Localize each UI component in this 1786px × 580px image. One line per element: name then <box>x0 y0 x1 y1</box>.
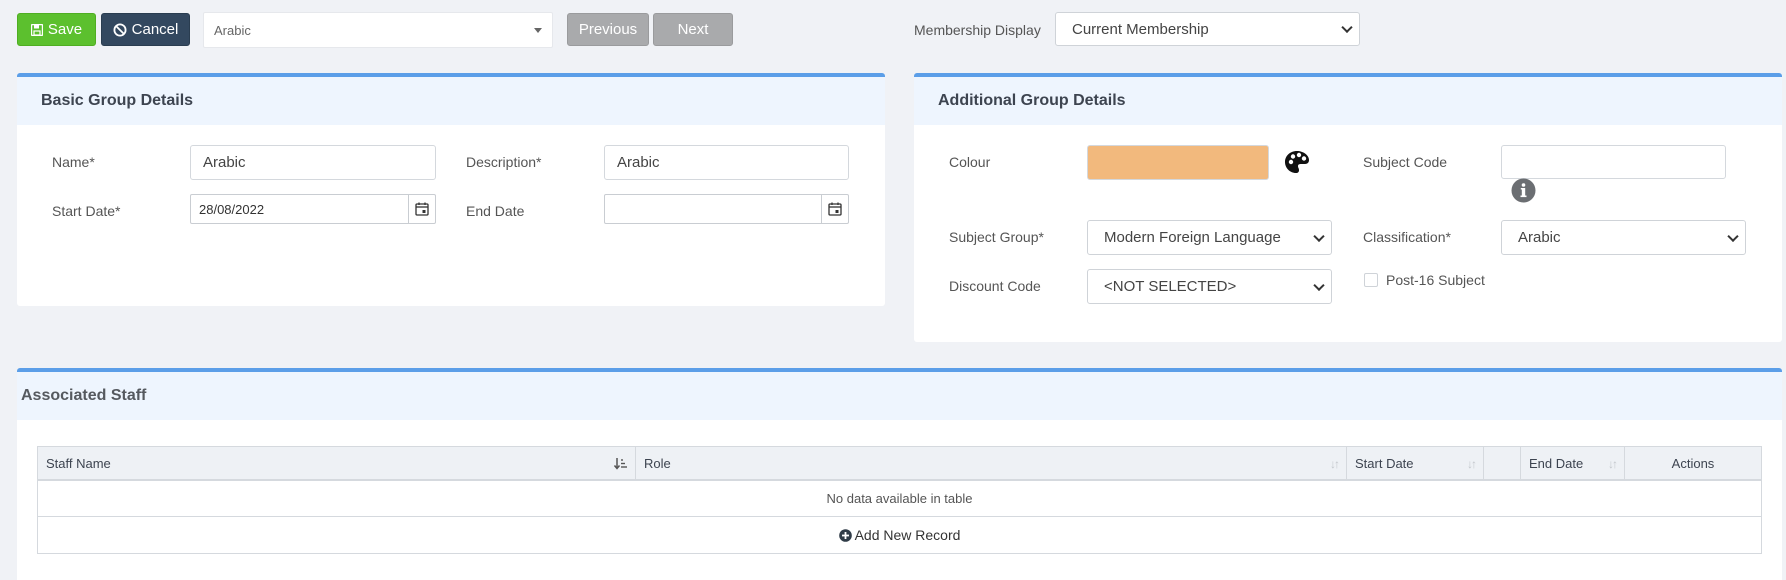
table-empty-row: No data available in table <box>38 481 1761 517</box>
column-header-role[interactable]: Role ↓↑ <box>636 447 1347 479</box>
add-new-record-button[interactable]: Add New Record <box>838 527 961 543</box>
membership-display-select[interactable]: Current Membership <box>1055 12 1360 46</box>
previous-button[interactable]: Previous <box>567 13 649 46</box>
cancel-button[interactable]: Cancel <box>101 13 190 46</box>
colour-label: Colour <box>949 154 991 170</box>
subject-group-label: Subject Group* <box>949 229 1044 245</box>
basic-group-details-panel: Basic Group Details <box>17 73 885 306</box>
description-input-value: Arabic <box>617 154 660 171</box>
panel-title: Associated Staff <box>17 372 1782 420</box>
column-header-staff-name[interactable]: Staff Name <box>38 447 636 479</box>
next-button-label: Next <box>677 21 709 38</box>
group-select-value: Arabic <box>214 22 251 38</box>
start-date-value: 28/08/2022 <box>199 201 265 217</box>
subject-code-input[interactable] <box>1501 145 1726 179</box>
end-date-label: End Date <box>466 203 525 219</box>
next-button[interactable]: Next <box>653 13 733 46</box>
cancel-button-label: Cancel <box>131 21 179 38</box>
post16-checkbox[interactable] <box>1364 273 1378 287</box>
caret-down-icon <box>534 28 542 33</box>
previous-button-label: Previous <box>578 21 638 38</box>
panel-title: Additional Group Details <box>914 77 1782 125</box>
info-icon[interactable] <box>1511 178 1536 203</box>
save-button[interactable]: Save <box>17 13 96 46</box>
chevron-down-icon <box>1313 230 1325 242</box>
plus-circle-icon <box>838 528 852 542</box>
column-header-end-date[interactable]: End Date ↓↑ <box>1521 447 1625 479</box>
chevron-down-icon <box>1341 21 1353 34</box>
name-input[interactable]: Arabic <box>190 145 436 180</box>
column-header-label: Start Date <box>1355 455 1414 471</box>
colour-picker-input[interactable] <box>1087 145 1269 180</box>
column-header-start-date[interactable]: Start Date ↓↑ <box>1347 447 1484 479</box>
column-header-label: Staff Name <box>46 455 111 471</box>
empty-table-message: No data available in table <box>826 491 973 506</box>
name-input-value: Arabic <box>203 154 246 171</box>
chevron-down-icon <box>1727 230 1739 242</box>
membership-display-label: Membership Display <box>914 22 1041 38</box>
classification-label: Classification* <box>1363 229 1451 245</box>
name-label: Name* <box>52 154 95 170</box>
floppy-disk-icon <box>30 23 43 36</box>
add-new-record-label: Add New Record <box>854 527 961 543</box>
membership-display-value: Current Membership <box>1072 20 1209 38</box>
panel-title: Basic Group Details <box>17 77 885 125</box>
add-new-record-row: Add New Record <box>38 517 1761 553</box>
subject-code-label: Subject Code <box>1363 154 1448 170</box>
additional-group-details-panel: Additional Group Details <box>914 73 1782 342</box>
ban-icon <box>113 23 127 36</box>
staff-table: Staff Name Role ↓↑ Start Date ↓↑ End Dat… <box>37 446 1762 554</box>
classification-value: Arabic <box>1518 229 1561 246</box>
subject-group-select[interactable]: Modern Foreign Language <box>1087 220 1332 255</box>
sort-icon: ↓↑ <box>1467 457 1477 471</box>
sort-icon: ↓↑ <box>1330 457 1340 471</box>
sort-icon: ↓↑ <box>1608 457 1618 471</box>
column-header-blank[interactable] <box>1484 447 1521 479</box>
save-button-label: Save <box>47 21 83 38</box>
classification-select[interactable]: Arabic <box>1501 220 1746 255</box>
calendar-icon[interactable] <box>821 195 848 223</box>
start-date-label: Start Date* <box>52 203 121 219</box>
discount-code-select[interactable]: <NOT SELECTED> <box>1087 269 1332 304</box>
chevron-down-icon <box>1313 279 1325 291</box>
description-input[interactable]: Arabic <box>604 145 849 180</box>
end-date-input[interactable] <box>604 194 849 224</box>
table-header-row: Staff Name Role ↓↑ Start Date ↓↑ End Dat… <box>38 447 1761 481</box>
subject-group-value: Modern Foreign Language <box>1104 229 1281 246</box>
post16-label: Post-16 Subject <box>1386 272 1485 288</box>
discount-code-value: <NOT SELECTED> <box>1104 278 1237 295</box>
column-header-label: End Date <box>1529 455 1584 471</box>
group-select[interactable]: Arabic <box>203 12 553 48</box>
palette-icon[interactable] <box>1284 150 1310 174</box>
start-date-input[interactable]: 28/08/2022 <box>190 194 436 224</box>
discount-code-label: Discount Code <box>949 278 1041 294</box>
calendar-icon[interactable] <box>408 195 435 223</box>
column-header-actions: Actions <box>1625 447 1761 479</box>
column-header-label: Actions <box>1671 455 1715 471</box>
sort-ascending-icon <box>614 458 627 470</box>
column-header-label: Role <box>644 455 671 471</box>
description-label: Description* <box>466 154 542 170</box>
